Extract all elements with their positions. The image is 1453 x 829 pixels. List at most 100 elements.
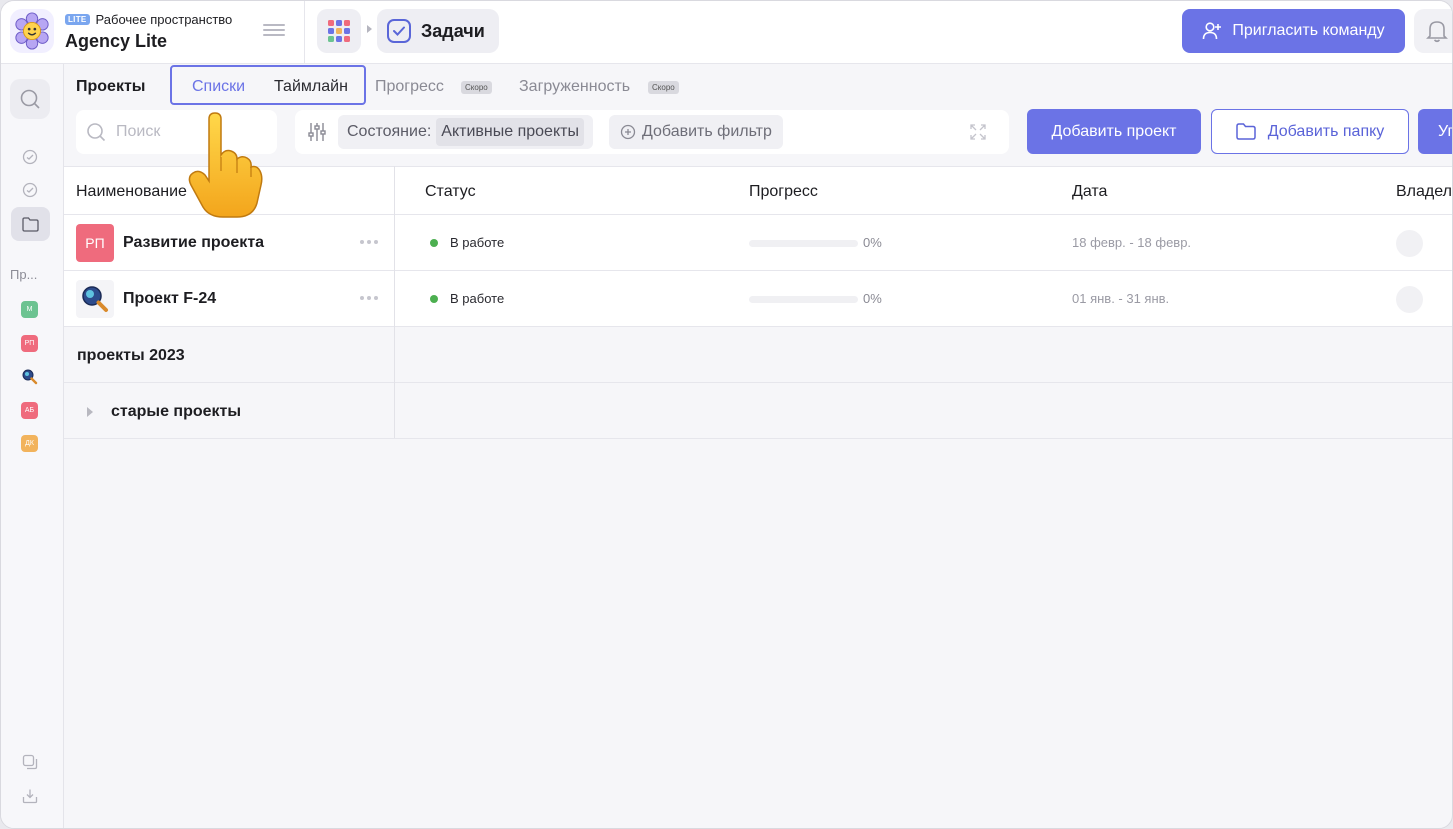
tab-progress[interactable]: Прогресс bbox=[375, 78, 444, 96]
bell-icon bbox=[1426, 21, 1448, 43]
owner-avatar[interactable] bbox=[1396, 286, 1423, 313]
hamburger-menu-icon[interactable] bbox=[263, 21, 285, 41]
column-header-name[interactable]: Наименование bbox=[76, 183, 187, 201]
state-filter-label: Состояние: bbox=[347, 123, 432, 140]
sidebar-item-projects[interactable] bbox=[11, 207, 50, 241]
sidebar-item-inbox[interactable] bbox=[21, 787, 39, 805]
owner-avatar[interactable] bbox=[1396, 230, 1423, 257]
add-filter-button[interactable]: Добавить фильтр bbox=[609, 115, 783, 149]
state-filter-chip[interactable]: Состояние: Активные проекты bbox=[338, 115, 593, 149]
left-sidebar: Пр... М РП АБ ДК bbox=[1, 64, 64, 828]
sidebar-item-archive[interactable] bbox=[21, 753, 39, 771]
date-range[interactable]: 01 янв. - 31 янв. bbox=[1072, 291, 1169, 306]
project-name[interactable]: Проект F-24 bbox=[123, 290, 216, 308]
progress-bar bbox=[749, 296, 858, 303]
tab-lists[interactable]: Списки bbox=[192, 78, 245, 96]
sidebar-section-label: Пр... bbox=[10, 267, 38, 282]
state-filter-value: Активные проекты bbox=[436, 118, 584, 146]
check-circle-icon bbox=[22, 182, 38, 198]
table-row[interactable]: РП Развитие проекта В работе 0% 18 февр.… bbox=[64, 215, 1452, 271]
row-more-icon[interactable] bbox=[360, 240, 378, 244]
sidebar-project-dk[interactable]: ДК bbox=[21, 435, 38, 452]
tab-timeline[interactable]: Таймлайн bbox=[274, 78, 348, 96]
notifications-button[interactable] bbox=[1414, 9, 1452, 53]
sidebar-project-m[interactable]: М bbox=[21, 301, 38, 318]
add-folder-button[interactable]: Добавить папку bbox=[1211, 109, 1409, 154]
pointing-hand-icon bbox=[188, 112, 263, 218]
status-cell[interactable]: В работе bbox=[430, 235, 504, 250]
breadcrumb-chevron-icon bbox=[367, 25, 372, 33]
table-row[interactable]: Проект F-24 В работе 0% 01 янв. - 31 янв… bbox=[64, 271, 1452, 327]
expand-icon[interactable] bbox=[969, 123, 987, 141]
folder-icon bbox=[22, 216, 39, 232]
status-dot bbox=[430, 238, 438, 247]
workspace-name[interactable]: Agency Lite bbox=[65, 31, 167, 52]
flower-logo-icon bbox=[15, 12, 49, 50]
workspace-subtitle: LITE Рабочее пространство bbox=[65, 12, 232, 27]
add-folder-label: Добавить папку bbox=[1267, 122, 1385, 140]
filter-bar: Состояние: Активные проекты Добавить фил… bbox=[295, 110, 1009, 154]
table-header: Наименование Статус Прогресс Дата Владел… bbox=[64, 166, 1452, 215]
checkbox-icon bbox=[387, 19, 411, 43]
breadcrumb-label: Задачи bbox=[421, 20, 485, 41]
sidebar-project-ab[interactable]: АБ bbox=[21, 402, 38, 419]
column-header-progress[interactable]: Прогресс bbox=[749, 183, 818, 201]
row-more-icon[interactable] bbox=[360, 296, 378, 300]
folder-row[interactable]: старые проекты bbox=[64, 383, 1452, 439]
divider bbox=[304, 1, 305, 64]
magnifier-icon bbox=[82, 286, 108, 312]
inbox-download-icon bbox=[22, 789, 38, 804]
folder-name[interactable]: старые проекты bbox=[111, 403, 241, 421]
progress-percent: 0% bbox=[863, 291, 882, 306]
sidebar-project-rp[interactable]: РП bbox=[21, 335, 38, 352]
project-avatar: РП bbox=[76, 224, 114, 262]
project-name[interactable]: Развитие проекта bbox=[123, 234, 264, 252]
add-project-button[interactable]: Добавить проект bbox=[1027, 109, 1201, 154]
search-icon bbox=[20, 89, 40, 109]
workspace-type-label: Рабочее пространство bbox=[95, 12, 233, 27]
folder-row[interactable]: проекты 2023 bbox=[64, 327, 1452, 383]
view-tabs: Проекты Списки Таймлайн Прогресс Скоро З… bbox=[64, 64, 1452, 110]
search-placeholder: Поиск bbox=[116, 123, 161, 140]
soon-badge: Скоро bbox=[648, 81, 679, 94]
status-dot bbox=[430, 294, 438, 303]
sidebar-item-tasks[interactable] bbox=[21, 148, 39, 166]
top-bar: LITE Рабочее пространство Agency Lite За… bbox=[1, 1, 1452, 64]
breadcrumb-tasks[interactable]: Задачи bbox=[377, 9, 499, 53]
project-avatar bbox=[76, 280, 114, 318]
manage-button[interactable]: Уп bbox=[1418, 109, 1452, 154]
plus-circle-icon bbox=[620, 124, 636, 140]
add-filter-label: Добавить фильтр bbox=[642, 123, 772, 140]
column-header-status[interactable]: Статус bbox=[425, 183, 476, 201]
folder-name[interactable]: проекты 2023 bbox=[77, 347, 185, 365]
column-divider bbox=[394, 166, 395, 438]
invite-team-button[interactable]: Пригласить команду bbox=[1182, 9, 1405, 53]
column-header-date[interactable]: Дата bbox=[1072, 183, 1107, 201]
progress-percent: 0% bbox=[863, 235, 882, 250]
status-label: В работе bbox=[450, 235, 505, 250]
workspace-logo[interactable] bbox=[10, 9, 54, 53]
magnifier-icon bbox=[22, 369, 38, 385]
filter-sliders-icon[interactable] bbox=[307, 122, 327, 142]
sidebar-search-button[interactable] bbox=[10, 79, 50, 119]
search-icon bbox=[87, 123, 106, 142]
section-title: Проекты bbox=[76, 78, 146, 95]
folder-icon bbox=[1235, 123, 1256, 140]
add-user-icon bbox=[1203, 22, 1222, 40]
progress-bar bbox=[749, 240, 858, 247]
sidebar-project-f24[interactable] bbox=[21, 368, 38, 385]
expand-caret-icon[interactable] bbox=[87, 407, 93, 417]
status-label: В работе bbox=[450, 291, 505, 306]
sidebar-item-done[interactable] bbox=[21, 181, 39, 199]
date-range[interactable]: 18 февр. - 18 февр. bbox=[1072, 235, 1191, 250]
check-circle-icon bbox=[22, 149, 38, 165]
copy-icon bbox=[22, 754, 38, 770]
apps-grid-button[interactable] bbox=[317, 9, 361, 53]
column-header-owner[interactable]: Владелец bbox=[1396, 183, 1452, 201]
lite-badge: LITE bbox=[65, 14, 90, 25]
app-window: LITE Рабочее пространство Agency Lite За… bbox=[0, 0, 1453, 829]
apps-grid-icon bbox=[328, 20, 350, 42]
invite-team-label: Пригласить команду bbox=[1232, 22, 1385, 39]
status-cell[interactable]: В работе bbox=[430, 291, 504, 306]
tab-workload[interactable]: Загруженность bbox=[519, 78, 630, 96]
